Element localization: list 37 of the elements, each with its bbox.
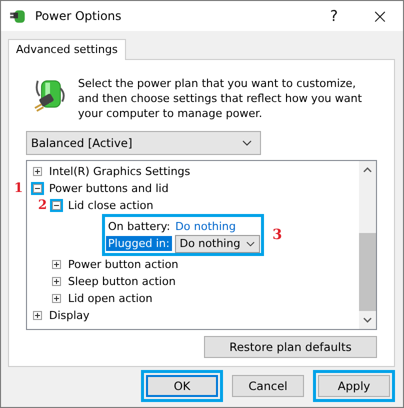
tree-item[interactable]: Power buttons and lid: [49, 182, 169, 195]
tab[interactable]: Advanced settings: [8, 39, 126, 60]
collapse-icon[interactable]: [33, 184, 42, 193]
tree-item[interactable]: Power button action: [68, 258, 178, 271]
annotation-number: 2: [38, 198, 48, 213]
tree-item[interactable]: Display: [49, 309, 90, 322]
window-title: Power Options: [35, 9, 122, 23]
tree-item[interactable]: Lid open action: [68, 292, 152, 305]
setting-label: Plugged in:: [106, 236, 172, 251]
tree-item[interactable]: Sleep button action: [68, 275, 176, 288]
dialog-button[interactable]: Cancel: [232, 375, 304, 397]
scroll-thumb[interactable]: [359, 233, 376, 311]
tree-item[interactable]: Lid close action: [68, 199, 154, 212]
scroll-up-icon[interactable]: [363, 167, 372, 173]
collapse-icon[interactable]: [52, 201, 61, 210]
scroll-down-icon[interactable]: [363, 317, 372, 323]
dialog-button[interactable]: Apply: [318, 375, 390, 397]
setting-dropdown[interactable]: Do nothing: [174, 234, 260, 252]
expand-icon[interactable]: [33, 311, 42, 320]
tree-item[interactable]: Intel(R) Graphics Settings: [49, 165, 190, 178]
setting-link[interactable]: Do nothing: [175, 220, 236, 233]
restore-defaults-button[interactable]: Restore plan defaults: [204, 336, 377, 358]
annotation-number: 1: [14, 181, 24, 196]
annotation-number: 3: [272, 227, 282, 243]
expand-icon[interactable]: [52, 260, 61, 269]
expand-icon[interactable]: [52, 277, 61, 286]
expand-icon[interactable]: [52, 294, 61, 303]
chevron-down-icon: [242, 140, 252, 146]
dialog-button[interactable]: OK: [146, 375, 218, 397]
expand-icon[interactable]: [33, 167, 42, 176]
plan-dropdown[interactable]: Balanced [Active]: [26, 131, 261, 155]
close-button[interactable]: ×: [357, 1, 403, 31]
setting-label: On battery:: [107, 219, 172, 234]
chevron-down-icon: [246, 240, 256, 246]
intro-text: Select the power plan that you want to customize, and then choose settings that reflect how you want your computer to manage power.: [78, 76, 363, 121]
scrollbar[interactable]: [359, 161, 376, 329]
help-button[interactable]: ?: [311, 1, 357, 31]
